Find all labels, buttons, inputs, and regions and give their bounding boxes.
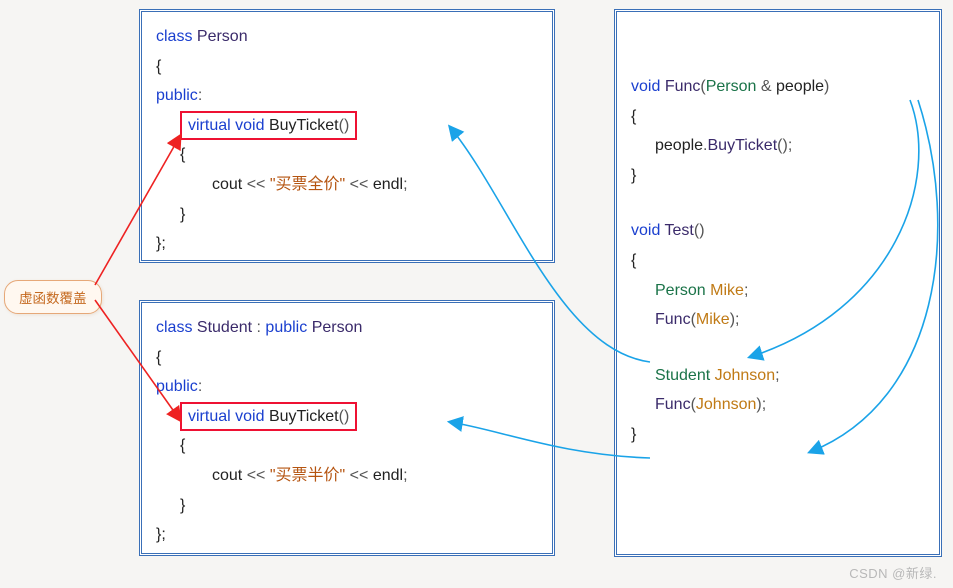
keyword-void: void bbox=[631, 78, 660, 95]
virtual-override-label: 虚函数覆盖 bbox=[4, 280, 102, 314]
brace-open: { bbox=[156, 431, 538, 461]
code-line: public: bbox=[156, 81, 538, 111]
code-line: Student Johnson; bbox=[631, 361, 925, 391]
class-name: Person bbox=[197, 28, 248, 45]
op: << bbox=[247, 176, 270, 193]
keyword-virtual: virtual bbox=[188, 117, 231, 134]
code-panel-usage: void Func(Person & people) { people.BuyT… bbox=[614, 9, 942, 557]
keyword-void: void bbox=[235, 408, 264, 425]
brace-close: } bbox=[156, 200, 538, 230]
class-name: Student bbox=[197, 319, 252, 336]
brace-open: { bbox=[156, 52, 538, 82]
code-line: cout << "买票半价" << endl; bbox=[156, 461, 538, 491]
var-name: Mike bbox=[710, 282, 744, 299]
code-panel-student: class Student : public Person { public: … bbox=[139, 300, 555, 556]
spacer bbox=[631, 190, 925, 216]
code-line: class Student : public Person bbox=[156, 313, 538, 343]
call-fn: Func bbox=[655, 311, 691, 328]
keyword-void: void bbox=[235, 117, 264, 134]
string-literal: "买票全价" bbox=[270, 176, 345, 193]
code-line: cout << "买票全价" << endl; bbox=[156, 170, 538, 200]
method-name: BuyTicket bbox=[269, 117, 339, 134]
brace-close: } bbox=[156, 491, 538, 521]
var-type: Student bbox=[655, 367, 710, 384]
parens: () bbox=[339, 117, 350, 134]
brace-open: { bbox=[631, 246, 925, 276]
spacer bbox=[631, 335, 925, 361]
code-line: Func(Johnson); bbox=[631, 390, 925, 420]
call-arg: Mike bbox=[696, 311, 730, 328]
brace-close: } bbox=[631, 161, 925, 191]
code-line: public: bbox=[156, 372, 538, 402]
student-buyticket-decl: virtual void BuyTicket() bbox=[180, 402, 357, 432]
keyword-void: void bbox=[631, 222, 660, 239]
keyword-public: public bbox=[156, 378, 198, 395]
brace-open: { bbox=[156, 140, 538, 170]
func-name: Func bbox=[665, 78, 701, 95]
op: << bbox=[350, 176, 373, 193]
brace-open: { bbox=[156, 343, 538, 373]
call-arg: Johnson bbox=[696, 396, 757, 413]
keyword-public: public bbox=[265, 319, 307, 336]
call-fn: Func bbox=[655, 396, 691, 413]
colon: : bbox=[257, 319, 261, 336]
code-line: class Person bbox=[156, 22, 538, 52]
obj: people bbox=[655, 137, 703, 154]
person-buyticket-decl: virtual void BuyTicket() bbox=[180, 111, 357, 141]
cout: cout bbox=[212, 467, 242, 484]
var-name: Johnson bbox=[715, 367, 776, 384]
op: << bbox=[350, 467, 369, 484]
param-name: people bbox=[776, 78, 824, 95]
code-line: Person Mike; bbox=[631, 276, 925, 306]
brace-close: } bbox=[631, 420, 925, 450]
var-type: Person bbox=[655, 282, 706, 299]
cout: cout bbox=[212, 176, 242, 193]
keyword-class: class bbox=[156, 319, 192, 336]
keyword-class: class bbox=[156, 28, 192, 45]
parens: () bbox=[339, 408, 350, 425]
endl: endl bbox=[373, 176, 403, 193]
method-decl-highlight: virtual void BuyTicket() bbox=[156, 402, 538, 432]
code-line: void Test() bbox=[631, 216, 925, 246]
keyword-virtual: virtual bbox=[188, 408, 231, 425]
endl: endl bbox=[373, 467, 403, 484]
func-name: Test bbox=[665, 222, 694, 239]
class-close: }; bbox=[156, 520, 538, 550]
method-name: BuyTicket bbox=[269, 408, 339, 425]
code-line: void Func(Person & people) bbox=[631, 72, 925, 102]
code-panel-person: class Person { public: virtual void BuyT… bbox=[139, 9, 555, 263]
method-decl-highlight: virtual void BuyTicket() bbox=[156, 111, 538, 141]
code-line: people.BuyTicket(); bbox=[631, 131, 925, 161]
brace-open: { bbox=[631, 102, 925, 132]
call-method: BuyTicket bbox=[708, 137, 778, 154]
param-type: Person bbox=[706, 78, 757, 95]
string-literal: "买票半价" bbox=[270, 467, 345, 484]
code-line: Func(Mike); bbox=[631, 305, 925, 335]
base-class: Person bbox=[312, 319, 363, 336]
class-close: }; bbox=[156, 229, 538, 259]
keyword-public: public bbox=[156, 87, 198, 104]
watermark: CSDN @新绿. bbox=[849, 563, 937, 582]
op: << bbox=[247, 467, 266, 484]
amp: & bbox=[761, 78, 772, 95]
